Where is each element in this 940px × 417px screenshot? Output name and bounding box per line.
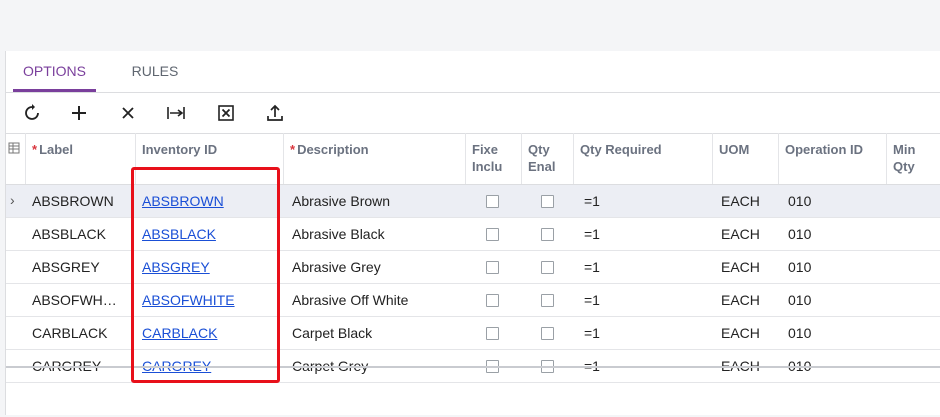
fixed-included-checkbox[interactable]	[486, 261, 499, 274]
fixed-included-checkbox[interactable]	[486, 228, 499, 241]
qty-enabled-checkbox[interactable]	[541, 327, 554, 340]
qty-enabled-checkbox[interactable]	[541, 195, 554, 208]
plus-icon	[72, 106, 86, 120]
inventory-id-link[interactable]: ABSBROWN	[142, 193, 224, 209]
header-min-qty[interactable]: Min Qty	[887, 133, 940, 184]
grid-footer-divider	[6, 366, 940, 368]
table-row[interactable]: ABSOFWH… ABSOFWHITE Abrasive Off White =1 EA…	[6, 284, 940, 317]
cell-qty-required[interactable]: =1	[578, 185, 713, 217]
upload-icon	[267, 104, 283, 121]
inventory-id-link[interactable]: CARBLACK	[142, 325, 217, 341]
cell-description[interactable]: Carpet Black	[286, 317, 466, 349]
refresh-icon	[25, 104, 39, 120]
cell-label[interactable]: ABSOFWH…	[26, 284, 136, 316]
cell-operation-id[interactable]: 010	[782, 218, 887, 250]
fit-to-screen-button[interactable]	[161, 98, 191, 128]
current-row-arrow-icon: ›	[10, 192, 15, 208]
cell-inventory-id: ABSOFWHITE	[136, 284, 284, 316]
fixed-included-checkbox[interactable]	[486, 195, 499, 208]
cell-qty-required[interactable]: =1	[578, 251, 713, 283]
close-icon	[122, 107, 134, 119]
top-band	[0, 0, 940, 51]
cell-description[interactable]: Abrasive Brown	[286, 185, 466, 217]
header-operation-id[interactable]: Operation ID	[779, 133, 887, 184]
tab-bar: OPTIONS RULES	[6, 51, 940, 93]
header-label-text: Label	[39, 142, 74, 157]
cell-uom[interactable]: EACH	[715, 251, 779, 283]
export-excel-icon	[218, 105, 234, 121]
refresh-button[interactable]	[17, 98, 47, 128]
cell-uom[interactable]: EACH	[715, 284, 779, 316]
cell-operation-id[interactable]: 010	[782, 317, 887, 349]
inventory-id-link[interactable]: ABSGREY	[142, 259, 210, 275]
inventory-id-link[interactable]: ABSOFWHITE	[142, 292, 235, 308]
fit-to-screen-icon	[167, 107, 185, 119]
cell-min-qty[interactable]	[887, 218, 940, 250]
cell-inventory-id: CARBLACK	[136, 317, 284, 349]
cell-inventory-id: ABSBLACK	[136, 218, 284, 250]
cell-description[interactable]: Abrasive Off White	[286, 284, 466, 316]
cell-qty-required[interactable]: =1	[578, 284, 713, 316]
required-marker: *	[290, 142, 296, 157]
header-qty-required[interactable]: Qty Required	[574, 133, 713, 184]
cell-label[interactable]: ABSGREY	[26, 251, 136, 283]
cell-operation-id[interactable]: 010	[782, 284, 887, 316]
table-row[interactable]: › ABSBROWN ABSBROWN Abrasive Brown =1 EACH 010	[6, 185, 940, 218]
options-grid: * Label Inventory ID * Description Fixe In…	[6, 133, 940, 383]
cell-label[interactable]: ABSBROWN	[26, 185, 136, 217]
header-fixed-included[interactable]: Fixe Inclu	[466, 133, 522, 184]
cell-qty-required[interactable]: =1	[578, 218, 713, 250]
cell-inventory-id: ABSGREY	[136, 251, 284, 283]
header-inventory-id-text: Inventory ID	[142, 142, 218, 157]
column-settings-button[interactable]	[6, 133, 26, 184]
header-label[interactable]: * Label	[26, 133, 136, 184]
options-panel: OPTIONS RULES * Label Inventory ID * Des…	[5, 51, 940, 415]
cell-description[interactable]: Abrasive Black	[286, 218, 466, 250]
delete-row-button[interactable]	[113, 98, 143, 128]
header-inventory-id[interactable]: Inventory ID	[136, 133, 284, 184]
cell-min-qty[interactable]	[887, 317, 940, 349]
fixed-included-checkbox[interactable]	[486, 294, 499, 307]
grid-toolbar	[6, 92, 940, 134]
header-description-text: Description	[297, 142, 369, 157]
table-row[interactable]: CARBLACK CARBLACK Carpet Black =1 EACH 010	[6, 317, 940, 350]
cell-min-qty[interactable]	[887, 284, 940, 316]
cell-description[interactable]: Abrasive Grey	[286, 251, 466, 283]
column-settings-icon	[8, 142, 20, 154]
cell-uom[interactable]: EACH	[715, 185, 779, 217]
add-row-button[interactable]	[64, 98, 94, 128]
qty-enabled-checkbox[interactable]	[541, 228, 554, 241]
upload-button[interactable]	[260, 98, 290, 128]
required-marker: *	[32, 142, 38, 157]
header-uom[interactable]: UOM	[713, 133, 779, 184]
cell-operation-id[interactable]: 010	[782, 185, 887, 217]
qty-enabled-checkbox[interactable]	[541, 261, 554, 274]
grid-header: * Label Inventory ID * Description Fixe In…	[6, 133, 940, 185]
cell-min-qty[interactable]	[887, 251, 940, 283]
cell-uom[interactable]: EACH	[715, 218, 779, 250]
table-row[interactable]: ABSGREY ABSGREY Abrasive Grey =1 EACH 010	[6, 251, 940, 284]
cell-label[interactable]: CARBLACK	[26, 317, 136, 349]
header-description[interactable]: * Description	[284, 133, 466, 184]
cell-qty-required[interactable]: =1	[578, 317, 713, 349]
inventory-id-link[interactable]: ABSBLACK	[142, 226, 216, 242]
fixed-included-checkbox[interactable]	[486, 327, 499, 340]
cell-inventory-id: ABSBROWN	[136, 185, 284, 217]
grid-body: › ABSBROWN ABSBROWN Abrasive Brown =1 EACH 010…	[6, 185, 940, 383]
cell-label[interactable]: ABSBLACK	[26, 218, 136, 250]
qty-enabled-checkbox[interactable]	[541, 294, 554, 307]
header-qty-enabled[interactable]: Qty Enal	[522, 133, 574, 184]
table-row[interactable]: ABSBLACK ABSBLACK Abrasive Black =1 EACH 010	[6, 218, 940, 251]
cell-operation-id[interactable]: 010	[782, 251, 887, 283]
export-excel-button[interactable]	[211, 98, 241, 128]
cell-uom[interactable]: EACH	[715, 317, 779, 349]
cell-min-qty[interactable]	[887, 185, 940, 217]
tab-rules[interactable]: RULES	[122, 51, 188, 91]
tab-options[interactable]: OPTIONS	[13, 51, 96, 92]
